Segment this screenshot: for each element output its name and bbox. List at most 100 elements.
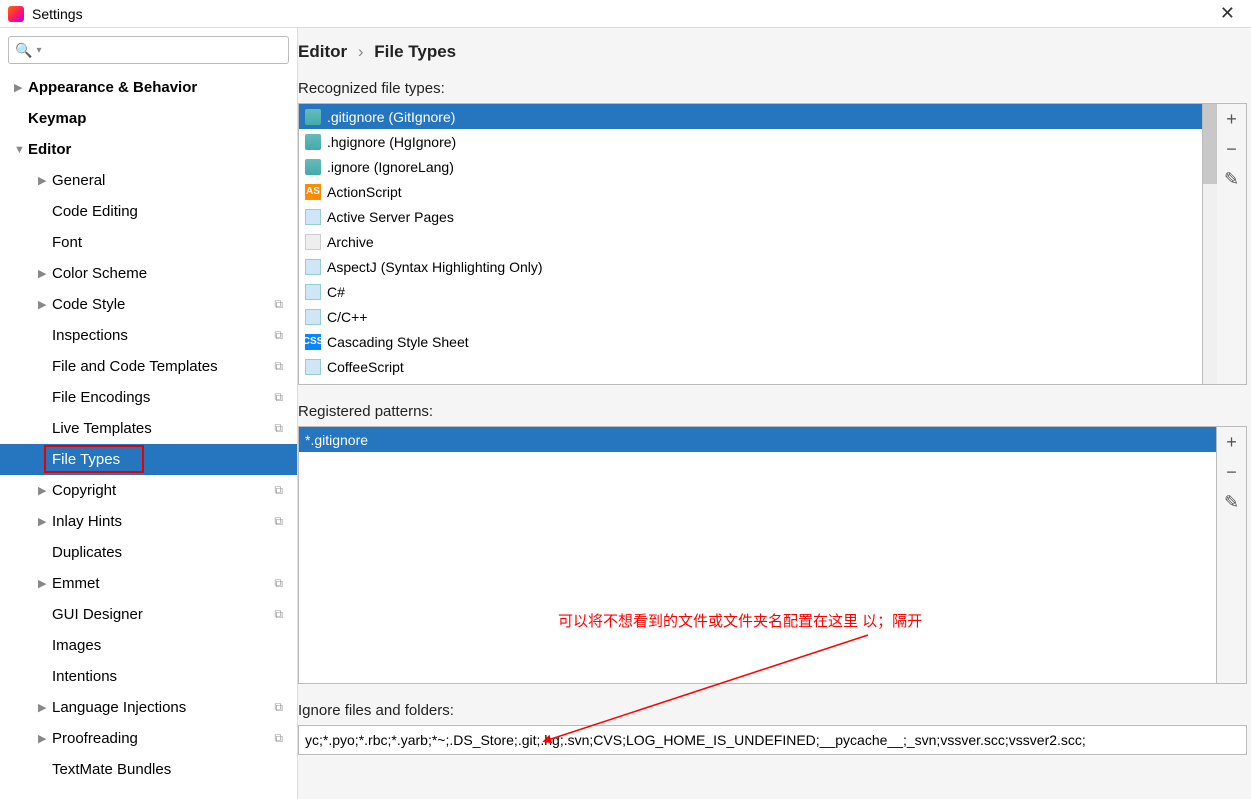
tree-item[interactable]: ▶Language Injections⧉: [0, 692, 297, 723]
close-button[interactable]: ✕: [1212, 3, 1243, 24]
tree-item-label: Copyright: [52, 482, 274, 499]
search-input[interactable]: 🔍 ▾: [8, 36, 289, 64]
filetype-row[interactable]: .gitignore (GitIgnore): [299, 104, 1202, 129]
tree-item[interactable]: ▶General: [0, 165, 297, 196]
tree-item[interactable]: Live Templates⧉: [0, 413, 297, 444]
expand-arrow-icon: ▶: [38, 732, 52, 745]
settings-tree[interactable]: ▶Appearance & BehaviorKeymap▼Editor▶Gene…: [0, 72, 297, 799]
scope-icon: ⧉: [274, 483, 283, 498]
filetype-label: ActionScript: [327, 184, 402, 200]
tree-item[interactable]: ▶Emmet⧉: [0, 568, 297, 599]
filetype-row[interactable]: .ignore (IgnoreLang): [299, 154, 1202, 179]
filetype-row[interactable]: Archive: [299, 229, 1202, 254]
scope-icon: ⧉: [274, 576, 283, 591]
filetype-label: Cascading Style Sheet: [327, 334, 469, 350]
sidebar: 🔍 ▾ ▶Appearance & BehaviorKeymap▼Editor▶…: [0, 28, 298, 799]
filetype-icon: [305, 284, 321, 300]
edit-button[interactable]: ✎: [1218, 487, 1246, 517]
expand-arrow-icon: ▶: [14, 81, 28, 94]
remove-button[interactable]: −: [1218, 457, 1246, 487]
tree-item-label: Images: [52, 637, 297, 654]
tree-item-label: Code Editing: [52, 203, 297, 220]
titlebar: Settings ✕: [0, 0, 1251, 28]
remove-button[interactable]: −: [1218, 134, 1246, 164]
tree-item[interactable]: ▶Copyright⧉: [0, 475, 297, 506]
annotation-text: 可以将不想看到的文件或文件夹名配置在这里 以；隔开: [558, 610, 922, 631]
tree-item[interactable]: Images: [0, 630, 297, 661]
expand-arrow-icon: ▶: [38, 515, 52, 528]
tree-item[interactable]: ▶Code Style⧉: [0, 289, 297, 320]
tree-item[interactable]: File Types: [0, 444, 297, 475]
filetype-row[interactable]: C/C++: [299, 304, 1202, 329]
tree-item-label: TextMate Bundles: [52, 761, 297, 778]
tree-item-label: File and Code Templates: [52, 358, 274, 375]
scope-icon: ⧉: [274, 607, 283, 622]
filetype-row[interactable]: Active Server Pages: [299, 204, 1202, 229]
search-wrap: 🔍 ▾: [0, 28, 297, 72]
edit-button[interactable]: ✎: [1218, 164, 1246, 194]
pattern-row[interactable]: *.gitignore: [299, 427, 1216, 452]
tree-item-label: Proofreading: [52, 730, 274, 747]
tree-item[interactable]: ▶Color Scheme: [0, 258, 297, 289]
filetype-label: C/C++: [327, 309, 367, 325]
ignore-label: Ignore files and folders:: [298, 698, 1247, 725]
tree-item[interactable]: GUI Designer⧉: [0, 599, 297, 630]
expand-arrow-icon: ▶: [38, 298, 52, 311]
tree-item-label: File Types: [52, 451, 297, 468]
add-button[interactable]: +: [1218, 427, 1246, 457]
tree-item-label: Inspections: [52, 327, 274, 344]
filetype-row[interactable]: CSS Cascading Style Sheet: [299, 329, 1202, 354]
filetype-row[interactable]: .hgignore (HgIgnore): [299, 129, 1202, 154]
scope-icon: ⧉: [274, 328, 283, 343]
tree-item[interactable]: File and Code Templates⧉: [0, 351, 297, 382]
filetype-icon: [305, 159, 321, 175]
scope-icon: ⧉: [274, 731, 283, 746]
tree-item[interactable]: Intentions: [0, 661, 297, 692]
filetypes-list[interactable]: .gitignore (GitIgnore) .hgignore (HgIgnor…: [298, 103, 1203, 385]
breadcrumb-separator: ›: [358, 42, 364, 61]
scope-icon: ⧉: [274, 514, 283, 529]
tree-item[interactable]: ▶Inlay Hints⧉: [0, 506, 297, 537]
expand-arrow-icon: ▶: [38, 577, 52, 590]
app-icon: [8, 6, 24, 22]
ignore-input[interactable]: [298, 725, 1247, 755]
tree-item[interactable]: Font: [0, 227, 297, 258]
scope-icon: ⧉: [274, 297, 283, 312]
tree-item[interactable]: ▶Appearance & Behavior: [0, 72, 297, 103]
tree-item-label: Code Style: [52, 296, 274, 313]
filetype-row[interactable]: ASActionScript: [299, 179, 1202, 204]
breadcrumb: Editor › File Types: [298, 42, 1251, 76]
scope-icon: ⧉: [274, 359, 283, 374]
tree-item-label: GUI Designer: [52, 606, 274, 623]
tree-item-label: Duplicates: [52, 544, 297, 561]
settings-window: Settings ✕ 🔍 ▾ ▶Appearance & BehaviorKey…: [0, 0, 1251, 799]
patterns-list[interactable]: *.gitignore: [298, 426, 1217, 684]
tree-item[interactable]: Duplicates: [0, 537, 297, 568]
tree-item-label: Inlay Hints: [52, 513, 274, 530]
tree-item[interactable]: Inspections⧉: [0, 320, 297, 351]
filetype-row[interactable]: C#: [299, 279, 1202, 304]
filetypes-scrollbar[interactable]: [1203, 103, 1217, 385]
filetypes-panel: .gitignore (GitIgnore) .hgignore (HgIgnor…: [298, 103, 1247, 385]
tree-item[interactable]: TextMate Bundles: [0, 754, 297, 785]
expand-arrow-icon: ▶: [38, 267, 52, 280]
tree-item[interactable]: Code Editing: [0, 196, 297, 227]
filetype-icon: CSS: [305, 334, 321, 350]
filetype-icon: [305, 209, 321, 225]
tree-item[interactable]: Keymap: [0, 103, 297, 134]
tree-item[interactable]: File Encodings⧉: [0, 382, 297, 413]
filetype-row[interactable]: AspectJ (Syntax Highlighting Only): [299, 254, 1202, 279]
tree-item[interactable]: ▼Editor: [0, 134, 297, 165]
tree-item-label: File Encodings: [52, 389, 274, 406]
filetype-label: AspectJ (Syntax Highlighting Only): [327, 259, 543, 275]
recognized-label: Recognized file types:: [298, 76, 1247, 103]
tree-item-label: Color Scheme: [52, 265, 297, 282]
tree-item[interactable]: ▶Proofreading⧉: [0, 723, 297, 754]
filetype-icon: [305, 309, 321, 325]
filetype-label: .hgignore (HgIgnore): [327, 134, 456, 150]
breadcrumb-part: Editor: [298, 42, 347, 61]
filetype-row[interactable]: CoffeeScript: [299, 354, 1202, 379]
add-button[interactable]: +: [1218, 104, 1246, 134]
expand-arrow-icon: ▶: [38, 174, 52, 187]
breadcrumb-part: File Types: [374, 42, 456, 61]
